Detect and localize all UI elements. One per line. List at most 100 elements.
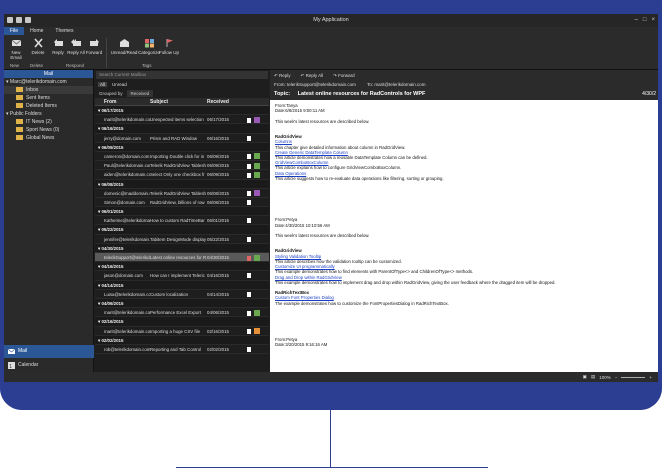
forward-button[interactable]: Forward xyxy=(84,38,104,55)
maximize-icon[interactable]: □ xyxy=(643,17,647,23)
folder-sent-items[interactable]: Sent Items xyxy=(4,94,93,102)
table-row[interactable]: domenic@maddomain.comTelerik RadGridView… xyxy=(95,189,269,198)
nav-mail-button[interactable]: Mail xyxy=(4,345,94,358)
flag-icon[interactable] xyxy=(247,135,251,141)
date-group-row[interactable]: ▾ 04/30/2015 xyxy=(95,243,269,253)
table-row[interactable]: Katherine@telerikdomain.comHow to custom… xyxy=(95,216,269,226)
flag-icon[interactable] xyxy=(247,329,251,334)
folder-global-news[interactable]: Global News xyxy=(4,134,93,142)
filter-unread[interactable]: Unread xyxy=(112,82,127,87)
date-group-row[interactable]: ▾ 06/08/2015 xyxy=(95,179,269,189)
unread-read-icon xyxy=(119,39,129,47)
flag-icon[interactable] xyxy=(247,346,251,352)
reply-all-button[interactable]: Reply All xyxy=(66,38,86,55)
group-tag-received[interactable]: Received xyxy=(126,90,154,97)
web-layout-icon[interactable]: ▤ xyxy=(591,374,595,380)
table-row[interactable]: cameron@domain.com Importing Double click… xyxy=(95,152,269,162)
folder-global-news-label: Global News xyxy=(26,135,55,141)
table-row[interactable]: Simon@domain.com RadGridView, billions of… xyxy=(95,198,269,208)
category-icon xyxy=(254,309,260,316)
flag-icon[interactable] xyxy=(247,199,251,205)
flag-icon[interactable] xyxy=(247,163,251,169)
table-row[interactable]: Paul@telerikdomain.com Telerik RadGridVie… xyxy=(95,161,269,171)
follow-up-button[interactable]: Follow Up xyxy=(158,38,180,55)
account-node[interactable]: ▾ Marc@telerikdomain.com xyxy=(4,78,93,86)
folder-sport-news[interactable]: Sport News (0) xyxy=(4,126,93,134)
folder-deleted-items[interactable]: Deleted Items xyxy=(4,102,93,110)
date-group-row[interactable]: ▾ 06/09/2015 xyxy=(95,142,269,152)
folder-inbox[interactable]: Inbox xyxy=(4,86,93,94)
zoom-slider[interactable] xyxy=(621,376,646,378)
zoom-in-icon[interactable]: + xyxy=(649,375,652,380)
flag-icon[interactable] xyxy=(247,236,251,242)
flag-icon[interactable] xyxy=(247,255,251,261)
flag-icon[interactable] xyxy=(247,218,251,224)
cell-flag xyxy=(247,189,260,197)
flag-icon[interactable] xyxy=(247,117,251,123)
reading-reply-button[interactable]: ↶ Reply xyxy=(274,73,291,79)
categorize-icon xyxy=(144,39,154,48)
date-group-row[interactable]: ▾ 05/22/2015 xyxy=(95,225,269,235)
date-group-row[interactable]: ▾ 04/06/2015 xyxy=(95,298,269,309)
table-row[interactable]: marit@telerikdomain.com Importing a huge … xyxy=(95,327,269,336)
minimize-icon[interactable]: – xyxy=(635,17,638,23)
category-icon xyxy=(254,116,260,123)
unread-read-label: Unread/Read xyxy=(110,50,138,55)
date-group-label: ▾ 04/30/2015 xyxy=(98,245,124,251)
zoom-out-icon[interactable]: − xyxy=(615,375,618,380)
unread-read-button[interactable]: Unread/Read xyxy=(110,38,138,55)
table-row[interactable]: Luisa@telerikdomain.com Custom localizati… xyxy=(95,290,269,299)
folder-tree: ▾ Marc@telerikdomain.com Inbox Sent Item… xyxy=(4,78,93,142)
cell-flag xyxy=(247,290,259,298)
table-row[interactable]: jason@domain.com How can I implement Tele… xyxy=(95,271,269,281)
table-row[interactable]: marit@telerikdomain.com Unexpected items … xyxy=(95,115,269,125)
nav-calendar-label: Calendar xyxy=(18,362,39,368)
ribbon: New Email Delete Reply Reply All Forward… xyxy=(4,35,658,70)
date-group-row[interactable]: ▾ 02/02/2015 xyxy=(95,335,269,345)
category-icon xyxy=(254,171,260,178)
flag-icon[interactable] xyxy=(247,273,251,279)
date-group-row[interactable]: ▾ 06/16/2015 xyxy=(95,124,269,134)
reading-reply-all-label: Reply All xyxy=(305,73,324,78)
date-group-row[interactable]: ▾ 06/17/2015 xyxy=(95,106,269,116)
flag-icon[interactable] xyxy=(247,172,251,178)
nav-calendar-button[interactable]: 1 Calendar xyxy=(4,359,94,372)
body-line: Date:3/20/2015 9:16:16 AM xyxy=(275,342,328,348)
table-row[interactable]: jennifer@telerikdomain.comTabitem Design… xyxy=(95,235,269,244)
flag-icon[interactable] xyxy=(247,310,251,316)
date-group-label: ▾ 04/06/2015 xyxy=(98,300,124,306)
flag-icon[interactable] xyxy=(247,154,251,160)
follow-up-label: Follow Up xyxy=(158,50,179,55)
filter-all[interactable]: All xyxy=(98,82,108,87)
table-row[interactable]: jerry@domain.com Prism and RAD Window 06/1… xyxy=(95,134,269,143)
search-input[interactable]: Search Current Mailbox xyxy=(96,71,268,79)
print-layout-icon[interactable]: ▣ xyxy=(583,374,587,380)
folder-it-news[interactable]: IT News (2) xyxy=(4,118,93,126)
tab-themes[interactable]: Themes xyxy=(49,27,79,35)
table-row[interactable]: aiden@telerikdomain.com Select Only one c… xyxy=(95,170,269,180)
public-folders-node[interactable]: ▾ Public Folders xyxy=(4,110,93,118)
date-group-row[interactable]: ▾ 04/14/2015 xyxy=(95,280,269,290)
tab-home[interactable]: Home xyxy=(24,27,49,35)
reading-forward-label: Forward xyxy=(338,73,355,78)
date-group-row[interactable]: ▾ 04/16/2015 xyxy=(95,262,269,272)
column-from[interactable]: From xyxy=(95,98,150,105)
date-group-row[interactable]: ▾ 02/16/2015 xyxy=(95,317,269,327)
new-email-button[interactable]: New Email xyxy=(6,38,26,60)
flag-icon[interactable] xyxy=(247,191,251,197)
delete-button[interactable]: Delete xyxy=(28,38,48,55)
table-row[interactable]: telerikSupport@telerikdomainLatest onlin… xyxy=(95,253,269,263)
tab-file[interactable]: File xyxy=(4,27,25,35)
column-received[interactable]: Received xyxy=(207,98,247,105)
reading-forward-button[interactable]: ↷ Forward xyxy=(333,73,355,79)
table-row[interactable]: marit@telerikdomain.com Performance Excel… xyxy=(95,308,269,318)
ribbon-separator xyxy=(106,38,107,68)
column-subject[interactable]: Subject xyxy=(150,98,207,105)
reply-button[interactable]: Reply xyxy=(48,38,68,55)
flag-icon[interactable] xyxy=(247,291,251,297)
table-row[interactable]: rob@telerikdomain.com Reporting and Tab C… xyxy=(95,345,269,355)
close-icon[interactable]: × xyxy=(651,17,655,23)
reading-reply-all-button[interactable]: ↶ Reply All xyxy=(301,73,324,79)
date-group-row[interactable]: ▾ 06/01/2015 xyxy=(95,207,269,217)
cell-from: aiden@telerikdomain.com xyxy=(104,172,150,178)
